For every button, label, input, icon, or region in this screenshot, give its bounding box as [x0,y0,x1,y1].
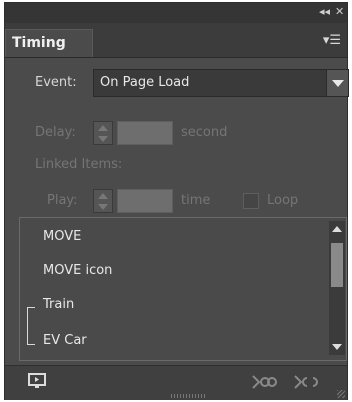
list-item[interactable]: Train [43,297,74,312]
delay-label: Delay: [35,125,76,140]
loop-checkbox[interactable] [243,193,259,209]
delay-stepper[interactable] [93,121,113,145]
tab-timing[interactable]: Timing [5,29,93,57]
panel-menu-icon[interactable]: ▾☰ [323,33,341,48]
loop-label: Loop [267,193,299,208]
play-input[interactable] [117,189,173,213]
play-label: Play: [47,193,78,208]
play-stepper[interactable] [93,189,113,213]
chevron-down-icon[interactable] [326,70,348,96]
chevron-up-icon[interactable] [329,221,345,237]
list-item[interactable]: MOVE [43,229,81,244]
linked-items-label: Linked Items: [35,157,123,172]
resize-corner[interactable] [337,390,345,398]
panel-tab-row: Timing ▾☰ [5,23,347,58]
monitor-icon[interactable] [27,372,47,390]
panel-titlebar: ◂◂ ✕ [5,3,347,23]
list-item[interactable]: MOVE icon [43,263,112,278]
panel-bottom-bar [5,365,347,400]
chevron-down-icon[interactable] [329,339,345,355]
play-unit: time [181,193,211,208]
double-chevron-left-icon[interactable]: ◂◂ [319,5,330,18]
resize-grip[interactable] [171,394,207,398]
close-icon[interactable]: ✕ [335,5,344,18]
link-group-bracket [27,307,35,345]
list-scrollbar[interactable] [329,221,345,355]
link-icon[interactable] [251,372,281,392]
scroll-thumb[interactable] [331,243,343,287]
unlink-icon[interactable] [293,372,323,392]
delay-unit: second [181,125,228,140]
timing-panel: ◂◂ ✕ Timing ▾☰ Event: On Page Load Delay… [4,2,349,400]
list-item[interactable]: EV Car [43,333,87,348]
event-selected-value: On Page Load [100,75,190,90]
event-label: Event: [35,75,77,90]
delay-input[interactable] [117,121,173,145]
event-select[interactable]: On Page Load [93,69,349,97]
